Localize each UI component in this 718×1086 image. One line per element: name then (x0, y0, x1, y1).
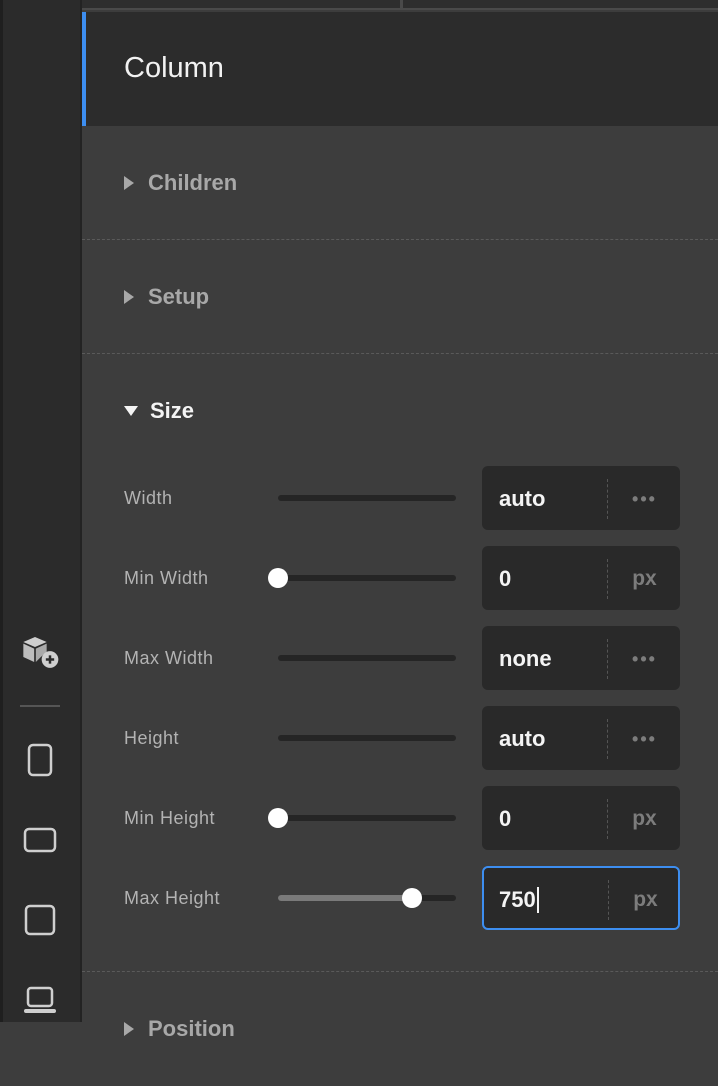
width-value: auto (499, 486, 546, 511)
top-tab-bar (82, 0, 718, 10)
section-label: Size (150, 398, 195, 423)
section-toggle-size[interactable]: Size (124, 354, 194, 468)
section-setup: Setup (82, 240, 718, 354)
max-height-unit[interactable]: px (609, 868, 682, 932)
laptop-icon[interactable] (20, 980, 60, 1020)
section-label: Position (148, 1016, 235, 1041)
width-field[interactable]: auto ••• (482, 466, 680, 530)
rail-divider (20, 705, 60, 707)
caret-right-icon (124, 176, 134, 190)
properties-panel: Column Children Setup Size Width auto ••… (82, 0, 718, 1041)
min-width-unit[interactable]: px (608, 547, 681, 611)
prop-row-max-width: Max Width none ••• (82, 626, 718, 690)
panel-header: Column (82, 12, 718, 126)
caret-right-icon (124, 290, 134, 304)
width-options-icon[interactable]: ••• (608, 467, 681, 531)
min-width-value: 0 (499, 566, 512, 591)
min-width-slider[interactable] (268, 568, 456, 588)
text-cursor (536, 887, 539, 913)
prop-row-max-height: Max Height 750 px (82, 866, 718, 930)
max-height-field[interactable]: 750 px (482, 866, 680, 930)
height-field[interactable]: auto ••• (482, 706, 680, 770)
section-label: Children (148, 170, 238, 195)
min-width-slider-thumb[interactable] (268, 568, 288, 588)
max-width-field[interactable]: none ••• (482, 626, 680, 690)
min-height-slider-thumb[interactable] (268, 808, 288, 828)
section-toggle-setup[interactable]: Setup (124, 240, 209, 354)
section-size: Size Width auto ••• Min Width 0 px Max W… (82, 354, 718, 972)
tablet-landscape-icon[interactable] (20, 820, 60, 860)
max-height-value: 750 (499, 887, 536, 912)
min-width-field[interactable]: 0 px (482, 546, 680, 610)
max-width-options-icon[interactable]: ••• (608, 627, 681, 691)
square-device-icon[interactable] (20, 900, 60, 940)
prop-label: Height (124, 727, 180, 748)
rail-edge (0, 0, 3, 1022)
min-height-value: 0 (499, 806, 512, 831)
page-title: Column (124, 52, 224, 84)
caret-down-icon (124, 406, 138, 416)
width-slider[interactable] (278, 495, 456, 501)
min-height-slider[interactable] (268, 808, 456, 828)
caret-right-icon (124, 1022, 134, 1036)
section-children: Children (82, 126, 718, 240)
max-height-slider-thumb[interactable] (401, 888, 422, 908)
prop-row-min-width: Min Width 0 px (82, 546, 718, 610)
max-height-slider[interactable] (278, 888, 456, 908)
section-position: Position (82, 972, 718, 1086)
prop-label: Min Height (124, 807, 216, 828)
prop-label: Width (124, 487, 173, 508)
max-width-value: none (499, 646, 552, 671)
height-slider[interactable] (278, 735, 456, 741)
prop-label: Max Height (124, 887, 221, 908)
section-label: Setup (148, 284, 210, 309)
min-height-unit[interactable]: px (608, 787, 681, 851)
prop-label: Max Width (124, 647, 214, 668)
tablet-portrait-icon[interactable] (20, 740, 60, 780)
section-toggle-children[interactable]: Children (124, 126, 237, 240)
height-options-icon[interactable]: ••• (608, 707, 681, 771)
prop-label: Min Width (124, 567, 209, 588)
add-component-icon[interactable] (20, 632, 60, 672)
prop-row-width: Width auto ••• (82, 466, 718, 530)
min-height-field[interactable]: 0 px (482, 786, 680, 850)
prop-row-height: Height auto ••• (82, 706, 718, 770)
prop-row-min-height: Min Height 0 px (82, 786, 718, 850)
left-rail (0, 0, 82, 1022)
height-value: auto (499, 726, 546, 751)
max-width-slider[interactable] (278, 655, 456, 661)
section-toggle-position[interactable]: Position (124, 972, 235, 1086)
